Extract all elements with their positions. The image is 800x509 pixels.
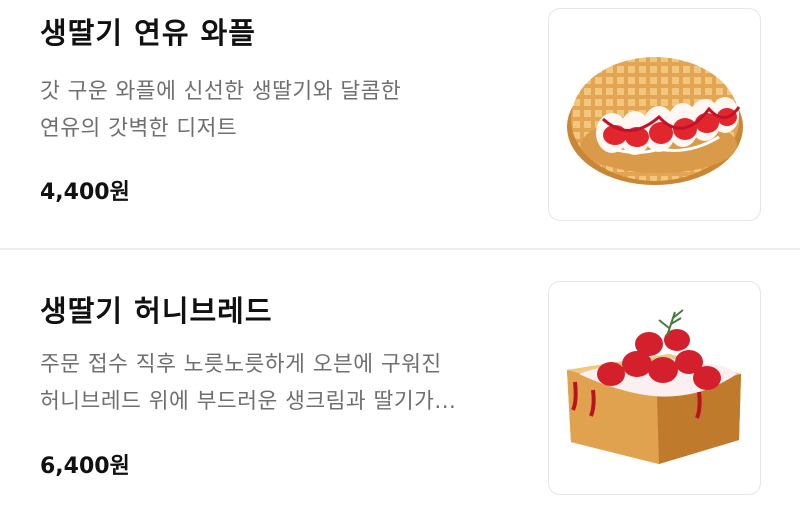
strawberry-waffle-image[interactable] [548,8,761,221]
honey-bread-illustration [567,309,741,464]
menu-item-strawberry-honey-bread[interactable]: 생딸기 허니브레드 주문 접수 직후 노릇노릇하게 오븐에 구워진 허니브레드 … [0,250,800,509]
menu-item-description: 갓 구운 와플에 신선한 생딸기와 달콤한 연유의 갓벽한 디저트 [40,73,520,147]
menu-item-name: 생딸기 연유 와플 [40,16,256,50]
strawberry-honey-bread-image[interactable] [548,281,761,495]
waffle-illustration [567,57,743,185]
menu-item-description-line: 갓 구운 와플에 신선한 생딸기와 달콤한 [40,79,402,104]
menu-item-description-line: 연유의 갓벽한 디저트 [40,116,238,141]
menu-item-price: 6,400원 [40,454,130,479]
menu-item-description: 주문 접수 직후 노릇노릇하게 오븐에 구워진 허니브레드 위에 부드러운 생크… [40,346,520,420]
menu-item-strawberry-waffle[interactable]: 생딸기 연유 와플 갓 구운 와플에 신선한 생딸기와 달콤한 연유의 갓벽한 … [0,0,800,248]
menu-item-name: 생딸기 허니브레드 [40,294,273,328]
menu-item-price: 4,400원 [40,180,130,205]
menu-item-description-line: 주문 접수 직후 노릇노릇하게 오븐에 구워진 [40,352,442,377]
menu-item-description-line: 허니브레드 위에 부드러운 생크림과 딸기가... [40,389,457,414]
